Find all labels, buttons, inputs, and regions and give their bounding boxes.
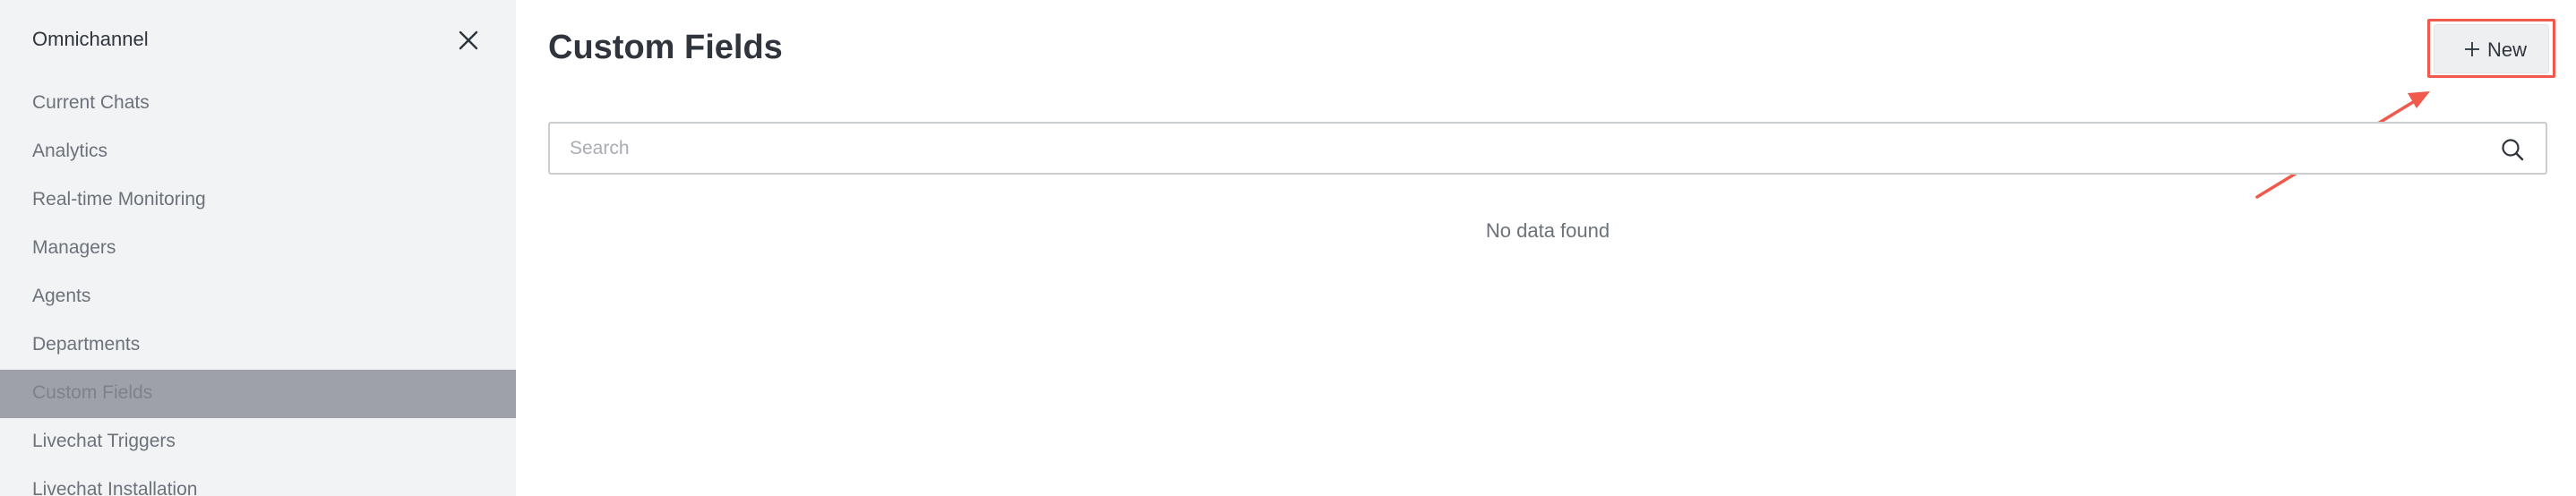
sidebar-item-livechat-installation[interactable]: Livechat Installation <box>0 466 516 496</box>
sidebar-item-label: Current Chats <box>32 92 150 113</box>
app-window: Omnichannel Current Chats Analytics Real… <box>0 0 2576 496</box>
page-title: Custom Fields <box>548 29 783 66</box>
sidebar-item-agents[interactable]: Agents <box>0 273 516 321</box>
sidebar-item-label: Managers <box>32 237 116 258</box>
annotation-arrow <box>2255 91 2430 199</box>
new-button-label: New <box>2487 38 2528 61</box>
sidebar-item-label: Livechat Triggers <box>32 431 176 451</box>
sidebar-item-analytics[interactable]: Analytics <box>0 128 516 176</box>
new-custom-field-button[interactable]: New <box>2434 24 2549 73</box>
sidebar-item-livechat-triggers[interactable]: Livechat Triggers <box>0 418 516 466</box>
empty-state-message: No data found <box>1485 219 1610 242</box>
sidebar-item-current-chats[interactable]: Current Chats <box>0 80 516 128</box>
sidebar-item-label: Agents <box>32 286 91 306</box>
close-sidebar-button[interactable] <box>453 25 484 56</box>
sidebar-nav: Current Chats Analytics Real-time Monito… <box>0 80 516 496</box>
sidebar-item-real-time-monitoring[interactable]: Real-time Monitoring <box>0 176 516 225</box>
sidebar-item-managers[interactable]: Managers <box>0 225 516 273</box>
sidebar-item-label: Livechat Installation <box>32 479 198 496</box>
sidebar-item-label: Real-time Monitoring <box>32 189 206 210</box>
main-content: Custom Fields New No data found <box>516 0 2576 496</box>
search-field <box>548 122 2547 175</box>
sidebar-item-label: Departments <box>32 334 141 355</box>
sidebar-title: Omnichannel <box>32 28 149 50</box>
search-input[interactable] <box>570 134 2451 163</box>
plus-icon <box>2465 42 2479 56</box>
close-icon <box>459 30 478 50</box>
sidebar-item-label: Custom Fields <box>32 382 153 403</box>
sidebar-header: Omnichannel <box>32 25 484 56</box>
search-icon[interactable] <box>2499 136 2526 163</box>
sidebar-item-custom-fields[interactable]: Custom Fields <box>0 370 516 418</box>
sidebar-item-label: Analytics <box>32 141 108 161</box>
sidebar-item-departments[interactable]: Departments <box>0 321 516 370</box>
sidebar: Omnichannel Current Chats Analytics Real… <box>0 0 516 496</box>
